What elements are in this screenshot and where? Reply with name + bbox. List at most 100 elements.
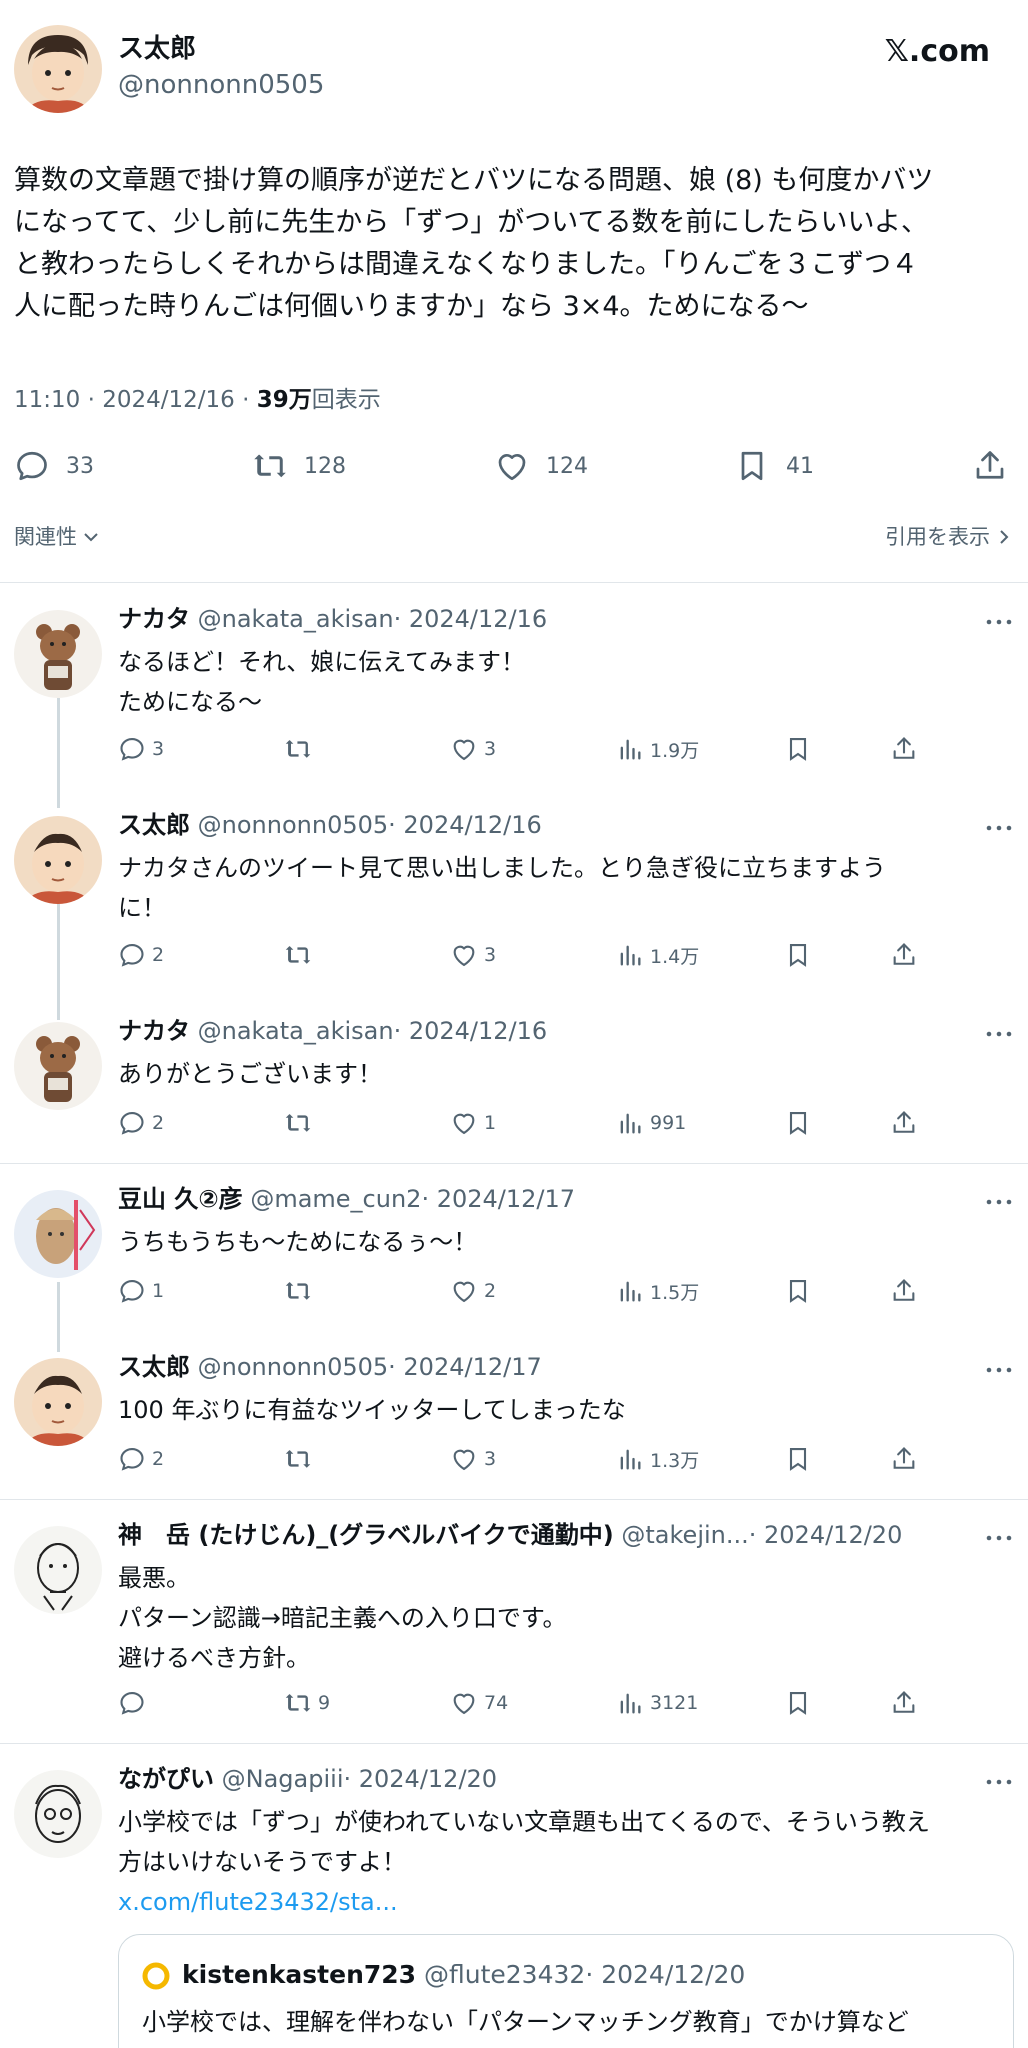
view-count: 1.9万 <box>650 739 700 762</box>
divider <box>0 1163 1028 1164</box>
author-handle[interactable]: @nonnonn0505 <box>118 68 324 102</box>
reply-author-name[interactable]: 神 岳 (たけじん)_(グラベルバイクで通勤中) <box>118 1521 614 1549</box>
bookmark-button[interactable] <box>784 1107 818 1139</box>
reply-icon <box>120 738 144 761</box>
retweet-button[interactable] <box>284 733 318 765</box>
reply-date[interactable]: · 2024/12/16 <box>394 1017 548 1045</box>
more-options-icon[interactable] <box>984 1365 1014 1375</box>
reply-avatar[interactable] <box>14 1526 102 1614</box>
reply-date[interactable]: · 2024/12/20 <box>749 1521 903 1549</box>
more-options-icon[interactable] <box>984 1197 1014 1207</box>
reply-button[interactable]: 33 <box>14 444 94 488</box>
reply-author-handle[interactable]: @mame_cun2 <box>250 1185 421 1213</box>
reply-avatar[interactable] <box>14 1190 102 1278</box>
views-button[interactable]: 991 <box>616 1107 686 1139</box>
reply-author-handle[interactable]: @takejin... <box>621 1521 748 1549</box>
like-button[interactable]: 74 <box>450 1687 508 1719</box>
reply-avatar[interactable] <box>14 1358 102 1446</box>
reply-avatar[interactable] <box>14 610 102 698</box>
views-button[interactable]: 1.3万 <box>616 1443 699 1475</box>
share-button[interactable] <box>890 1275 924 1307</box>
reply-link[interactable]: x.com/flute23432/sta... <box>118 1882 398 1922</box>
reply-icon <box>120 1692 144 1715</box>
more-options-icon[interactable] <box>984 1533 1014 1543</box>
reply-avatar[interactable] <box>14 1770 102 1858</box>
retweet-button[interactable]: 128 <box>252 444 346 488</box>
tweet-body: 算数の文章題で掛け算の順序が逆だとバツになる問題、娘 (8) も何度かバツ にな… <box>14 160 1014 328</box>
reply-author-name[interactable]: ながぴい <box>118 1765 214 1793</box>
more-options-icon[interactable] <box>984 823 1014 833</box>
more-options-icon[interactable] <box>984 1029 1014 1039</box>
share-button[interactable] <box>890 1443 924 1475</box>
like-button[interactable]: 2 <box>450 1275 496 1307</box>
author-name[interactable]: ス太郎 <box>118 32 196 66</box>
retweet-button[interactable] <box>284 1275 318 1307</box>
reply-author-name[interactable]: ス太郎 <box>118 811 190 839</box>
reply-button[interactable]: 2 <box>118 1443 164 1475</box>
reply-date[interactable]: · 2024/12/17 <box>388 1353 542 1381</box>
reply-avatar[interactable] <box>14 1022 102 1110</box>
reply-author-name[interactable]: 豆山 久②彦 <box>118 1185 243 1213</box>
more-options-icon[interactable] <box>984 617 1014 627</box>
like-button[interactable]: 3 <box>450 939 496 971</box>
reply-date[interactable]: · 2024/12/16 <box>388 811 542 839</box>
reply-body: ナカタさんのツイート見て思い出しました。とり急ぎ役に立ちますよう に！ <box>118 848 1018 928</box>
retweet-button[interactable] <box>284 939 318 971</box>
reply-author-handle[interactable]: @nakata_akisan <box>198 605 394 633</box>
bookmark-button[interactable] <box>784 1275 818 1307</box>
retweet-button[interactable]: 9 <box>284 1687 330 1719</box>
retweet-button[interactable] <box>284 1107 318 1139</box>
share-button[interactable] <box>890 939 924 971</box>
sort-relevance-dropdown[interactable]: 関連性 <box>14 522 101 552</box>
bookmark-button[interactable] <box>784 733 818 765</box>
like-button[interactable]: 3 <box>450 1443 496 1475</box>
reply-author-handle[interactable]: @nonnonn0505 <box>198 811 389 839</box>
more-options-icon[interactable] <box>984 1777 1014 1787</box>
views-button[interactable]: 1.9万 <box>616 733 699 765</box>
views-button[interactable]: 1.4万 <box>616 939 699 971</box>
reply-author-name[interactable]: ナカタ <box>118 605 190 633</box>
analytics-icon <box>620 945 641 966</box>
reply-author-handle[interactable]: @nonnonn0505 <box>198 1353 389 1381</box>
bookmark-button[interactable] <box>784 1687 818 1719</box>
share-button[interactable] <box>890 1687 924 1719</box>
share-icon <box>893 1447 915 1469</box>
share-icon <box>893 737 915 759</box>
like-count: 124 <box>546 453 588 479</box>
reply-author-handle[interactable]: @nakata_akisan <box>198 1017 394 1045</box>
share-button[interactable] <box>890 1107 924 1139</box>
bookmark-button[interactable] <box>784 1443 818 1475</box>
like-button[interactable]: 3 <box>450 733 496 765</box>
reply-button[interactable]: 3 <box>118 733 164 765</box>
reply-button[interactable]: 1 <box>118 1275 164 1307</box>
reply-author-name[interactable]: ナカタ <box>118 1017 190 1045</box>
share-button[interactable] <box>890 733 924 765</box>
reply-author-name[interactable]: ス太郎 <box>118 1353 190 1381</box>
like-button[interactable]: 1 <box>450 1107 496 1139</box>
like-button[interactable]: 124 <box>494 444 588 488</box>
heart-icon <box>453 1693 475 1715</box>
author-avatar[interactable] <box>14 25 102 113</box>
share-button[interactable] <box>972 444 1024 488</box>
tweet-timestamp[interactable]: 11:10 · 2024/12/16 · <box>14 387 257 413</box>
retweet-button[interactable] <box>284 1443 318 1475</box>
reply-author-handle[interactable]: @Nagapiii <box>222 1765 344 1793</box>
reply-avatar[interactable] <box>14 816 102 904</box>
view-count: 991 <box>650 1112 687 1134</box>
view-quotes-link[interactable]: 引用を表示 <box>885 522 1014 552</box>
views-button[interactable]: 3121 <box>616 1687 698 1719</box>
reply-header: 神 岳 (たけじん)_(グラベルバイクで通勤中) @takejin...· 20… <box>118 1518 902 1552</box>
analytics-icon <box>620 1693 641 1714</box>
reply-button[interactable] <box>118 1687 152 1719</box>
views-button[interactable]: 1.5万 <box>616 1275 699 1307</box>
reply-button[interactable]: 2 <box>118 1107 164 1139</box>
reply-button[interactable]: 2 <box>118 939 164 971</box>
reply-date[interactable]: · 2024/12/20 <box>343 1765 497 1793</box>
reply-icon <box>120 1448 144 1471</box>
bookmark-button[interactable]: 41 <box>734 444 814 488</box>
reply-line: パターン認識→暗記主義への入り口です。 <box>118 1604 567 1632</box>
reply-date[interactable]: · 2024/12/16 <box>394 605 548 633</box>
bookmark-button[interactable] <box>784 939 818 971</box>
reply-date[interactable]: · 2024/12/17 <box>421 1185 575 1213</box>
retweet-icon <box>285 1114 311 1132</box>
